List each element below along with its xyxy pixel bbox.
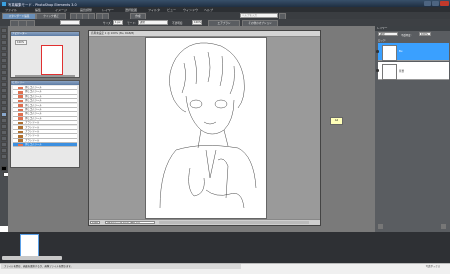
- brush-icon: [18, 130, 23, 134]
- tool-options-bar: サイズ: 1 px モード: 通常 不透明度: 100% エアブラシ その他のオ…: [0, 19, 450, 27]
- brush-icon: [18, 139, 23, 142]
- photo-bin-thumbnail[interactable]: [20, 234, 39, 258]
- brush-icon: [18, 126, 23, 129]
- brush-picker[interactable]: [60, 20, 80, 25]
- gradient-tool-icon[interactable]: [1, 130, 7, 135]
- eraser-icon: [18, 86, 23, 90]
- maximize-button[interactable]: [432, 1, 439, 6]
- help-search-input[interactable]: ヘルプを入力: [240, 13, 278, 18]
- mode-label: モード:: [127, 22, 136, 25]
- new-layer-button[interactable]: [378, 224, 383, 229]
- visibility-eye-icon[interactable]: [376, 50, 379, 53]
- history-item-selected[interactable]: 消しゴムツール: [13, 143, 77, 148]
- photo-bin: [0, 232, 450, 263]
- blur-tool-icon[interactable]: [1, 142, 7, 147]
- eraser-icon: [18, 117, 23, 120]
- eyedropper-tool-icon[interactable]: [1, 46, 7, 51]
- title-bar: 写真編集モード - PhotoShop Elements 3.0: [0, 0, 450, 7]
- minimize-button[interactable]: [424, 1, 431, 6]
- navigator-preview[interactable]: [41, 45, 63, 75]
- layers-panel: レイヤー 通常 不透明度: 100% ロック: Bu 背景: [375, 26, 450, 232]
- eraser-icon: [18, 90, 23, 94]
- marquee-tool-icon[interactable]: [1, 52, 7, 57]
- zoom-tool-icon[interactable]: [1, 34, 7, 39]
- history-panel: ヒストリー 消しゴムツール 消しゴムツール 消しゴムツール 消しゴムツール 消し…: [10, 80, 80, 168]
- history-title: ヒストリー: [11, 81, 79, 85]
- eraser-icon: [18, 95, 23, 98]
- crop-tool-icon[interactable]: [1, 76, 7, 81]
- eraser-tool-icon[interactable]: [1, 112, 7, 117]
- document-zoom-field[interactable]: 100%: [90, 220, 100, 225]
- sponge-tool-icon[interactable]: [1, 148, 7, 153]
- navigator-zoom-slider[interactable]: [15, 75, 75, 77]
- navigator-zoom-field[interactable]: 100%: [15, 40, 27, 45]
- brush-tool-icon[interactable]: [1, 118, 7, 123]
- photo-bin-controls[interactable]: [2, 256, 62, 260]
- magic-wand-tool-icon[interactable]: [1, 64, 7, 69]
- toolbox: [0, 26, 9, 226]
- text-tool-icon[interactable]: [1, 70, 7, 75]
- visibility-eye-icon[interactable]: [376, 69, 379, 72]
- brush-icon: [18, 134, 23, 138]
- layer-thumbnail: [382, 64, 397, 80]
- document-size-info: 28.9mm x 42.4mm (350 ppi): [105, 220, 155, 225]
- navigator-panel: ナビゲーター 100%: [10, 31, 80, 78]
- document-window: 名称未設定 1 @ 100% (Bu, RGB/8) 100% 28.9mm x…: [88, 30, 321, 226]
- layer-thumbnail: [382, 45, 397, 61]
- lock-label: ロック:: [378, 39, 386, 42]
- eraser-icon: [18, 143, 23, 147]
- document-status-bar: 100% 28.9mm x 42.4mm (350 ppi): [89, 219, 320, 225]
- main-toolbar: スタンダード編集 クイック修正 作成 ヘルプを入力: [0, 12, 450, 20]
- eraser-icon: [18, 108, 23, 112]
- canvas[interactable]: [145, 37, 267, 219]
- brush-icon: [18, 121, 23, 125]
- eraser-icon: [18, 99, 23, 103]
- pencil-tool-icon[interactable]: [1, 106, 7, 111]
- horizontal-scrollbar[interactable]: [159, 221, 309, 224]
- layer-name: Bu: [399, 50, 403, 53]
- mode-select[interactable]: 通常: [138, 20, 168, 25]
- app-icon: [2, 1, 6, 6]
- red-eye-tool-icon[interactable]: [1, 88, 7, 93]
- blend-mode-select[interactable]: 通常: [378, 32, 398, 36]
- tooltip: A4: [330, 117, 343, 125]
- photo-bin-label[interactable]: 写真ボックス: [426, 264, 440, 269]
- healing-brush-tool-icon[interactable]: [1, 94, 7, 99]
- delete-layer-icon[interactable]: [441, 224, 446, 229]
- eraser-icon: [18, 104, 23, 107]
- shape-tool-icon[interactable]: [1, 136, 7, 141]
- cookie-cutter-tool-icon[interactable]: [1, 82, 7, 87]
- foreground-color-swatch[interactable]: [1, 166, 7, 171]
- status-text: ファイルを開き、画面を選択するか、画像ファイルを開きます。: [1, 264, 241, 269]
- stamp-tool-icon[interactable]: [1, 100, 7, 105]
- line-art-drawing: [159, 42, 257, 209]
- lasso-tool-icon[interactable]: [1, 58, 7, 63]
- close-button[interactable]: [440, 1, 449, 6]
- layers-title: レイヤー: [375, 26, 450, 31]
- paint-bucket-tool-icon[interactable]: [1, 124, 7, 129]
- opacity-field[interactable]: 100%: [192, 20, 202, 25]
- size-label: サイズ:: [103, 22, 112, 25]
- move-tool-icon[interactable]: [1, 28, 7, 33]
- eraser-icon: [18, 112, 23, 116]
- size-field[interactable]: 1 px: [113, 20, 123, 25]
- opacity-label: 不透明度:: [172, 22, 184, 25]
- layers-opacity-field[interactable]: 100%: [419, 32, 431, 36]
- layer-name: 背景: [399, 70, 405, 73]
- smudge-tool-icon[interactable]: [1, 154, 7, 159]
- window-title: 写真編集モード - PhotoShop Elements 3.0: [8, 2, 77, 7]
- layers-opacity-label: 不透明度:: [401, 33, 412, 37]
- layer-row-selected[interactable]: Bu: [376, 43, 449, 61]
- hand-tool-icon[interactable]: [1, 40, 7, 45]
- status-bar: ファイルを開き、画面を選択するか、画像ファイルを開きます。 写真ボックス: [0, 263, 450, 274]
- layer-row[interactable]: 背景: [376, 62, 449, 80]
- navigator-title: ナビゲーター: [11, 32, 79, 36]
